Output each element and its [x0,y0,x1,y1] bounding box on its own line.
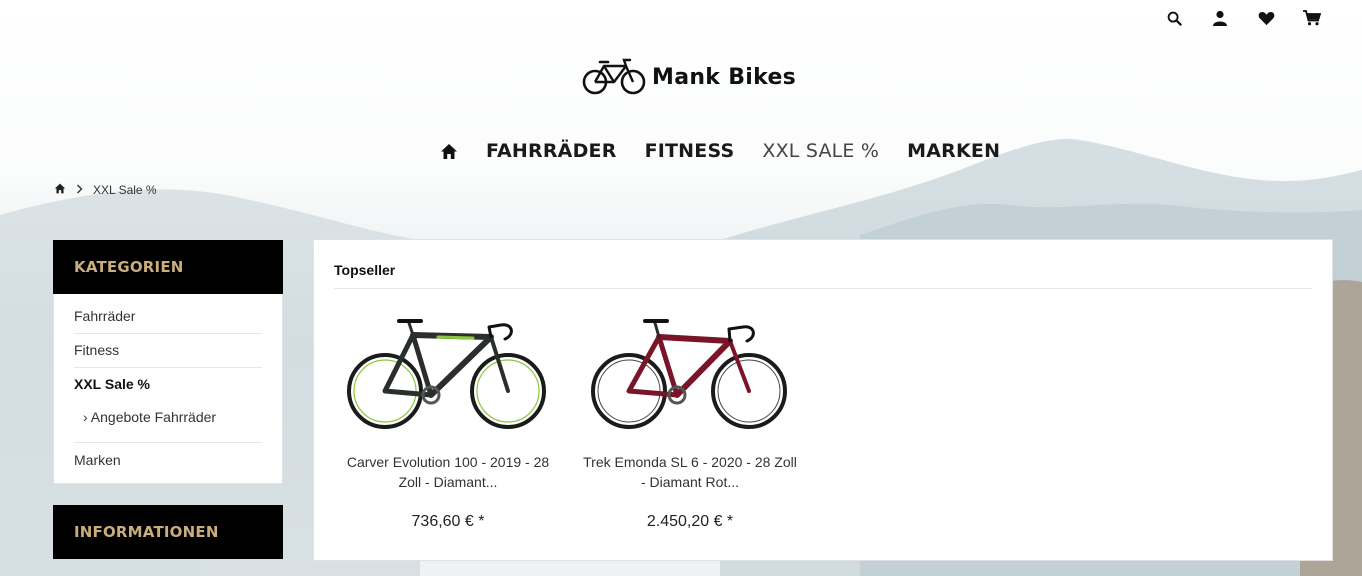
product-image-trek[interactable] [570,302,810,442]
sidebar-item-fahrraeder[interactable]: Fahrräder [74,300,262,334]
sidebar-item-marken[interactable]: Marken [74,443,262,477]
nav-item-marken[interactable]: MARKEN [907,140,1000,162]
breadcrumb: XXL Sale % [54,183,157,197]
cart-icon[interactable] [1302,8,1322,28]
sidebar: KATEGORIEN Fahrräder Fitness XXL Sale % … [53,240,283,559]
product-image-carver[interactable] [328,302,568,442]
informationen-title: INFORMATIONEN [74,523,219,541]
wishlist-icon[interactable] [1256,8,1276,28]
bicycle-logo-icon [582,58,646,95]
categories-header: KATEGORIEN [53,240,283,294]
product-price: 736,60 € * [411,513,485,530]
topseller-panel: Topseller Carver Evolution 100 - 2019 - … [313,239,1333,561]
sidebar-item-fitness[interactable]: Fitness [74,334,262,368]
product-card: Trek Emonda SL 6 - 2020 - 28 Zoll - Diam… [570,302,810,531]
categories-list: Fahrräder Fitness XXL Sale % › Angebote … [53,294,283,484]
product-name[interactable]: Trek Emonda SL 6 - 2020 - 28 Zoll - Diam… [570,452,810,492]
breadcrumb-current[interactable]: XXL Sale % [93,183,157,197]
logo-text: Mank Bikes [652,64,797,90]
sidebar-item-xxl-sale[interactable]: XXL Sale % [74,368,262,401]
home-icon[interactable] [440,142,458,160]
search-icon[interactable] [1164,8,1184,28]
product-price: 2.450,20 € * [646,513,734,530]
nav-item-fahrraeder[interactable]: FAHRRÄDER [486,140,617,162]
chevron-right-icon [76,183,83,197]
nav-item-fitness[interactable]: FITNESS [645,140,735,162]
product-name[interactable]: Carver Evolution 100 - 2019 - 28 Zoll - … [328,452,568,492]
main-navigation: FAHRRÄDER FITNESS XXL SALE % MARKEN [440,140,1000,162]
section-title: Topseller [334,262,396,278]
account-icon[interactable] [1210,8,1230,28]
sidebar-item-angebote-fahrraeder[interactable]: › Angebote Fahrräder [74,401,262,443]
header-icons [1164,8,1322,28]
product-card: Carver Evolution 100 - 2019 - 28 Zoll - … [328,302,568,531]
categories-title: KATEGORIEN [74,258,184,276]
logo[interactable]: Mank Bikes [582,58,796,96]
divider [334,288,1312,289]
breadcrumb-home-icon[interactable] [54,183,66,197]
nav-item-xxl-sale[interactable]: XXL SALE % [762,140,879,162]
informationen-header[interactable]: INFORMATIONEN [53,505,283,559]
